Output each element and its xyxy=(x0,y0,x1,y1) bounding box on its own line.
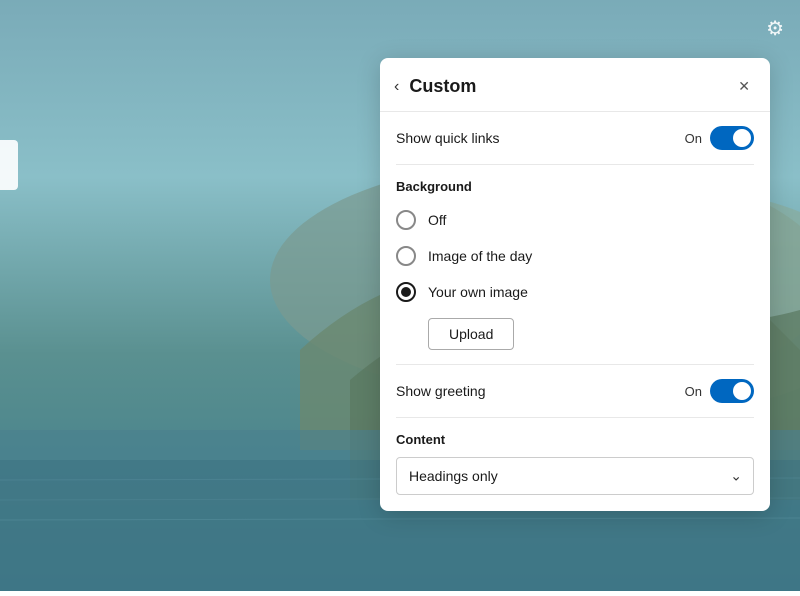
radio-own-image-label: Your own image xyxy=(428,284,528,300)
radio-own-image-row[interactable]: Your own image xyxy=(380,274,770,310)
content-dropdown-wrapper: Headings only Full articles Off ⌄ xyxy=(396,457,754,495)
upload-area: Upload xyxy=(380,310,770,364)
custom-panel: ‹ Custom ✕ Show quick links On Backgroun… xyxy=(380,58,770,511)
quick-links-label: Show quick links xyxy=(396,130,500,146)
close-button[interactable]: ✕ xyxy=(734,74,754,99)
radio-off-label: Off xyxy=(428,212,446,228)
show-greeting-toggle[interactable] xyxy=(710,379,754,403)
back-icon: ‹ xyxy=(394,78,399,96)
show-greeting-on-label: On xyxy=(685,384,702,399)
radio-image-day-row[interactable]: Image of the day xyxy=(380,238,770,274)
quick-links-control: On xyxy=(685,126,754,150)
radio-image-day[interactable] xyxy=(396,246,416,266)
radio-off[interactable] xyxy=(396,210,416,230)
upload-button[interactable]: Upload xyxy=(428,318,514,350)
gear-button[interactable]: ⚙ xyxy=(766,16,784,41)
show-greeting-row: Show greeting On xyxy=(380,365,770,417)
background-section-label: Background xyxy=(380,165,770,202)
radio-own-image[interactable] xyxy=(396,282,416,302)
content-section-label: Content xyxy=(396,432,754,447)
close-icon: ✕ xyxy=(738,78,750,94)
back-button[interactable]: ‹ xyxy=(392,76,405,98)
left-tab xyxy=(0,140,18,190)
quick-links-on-label: On xyxy=(685,131,702,146)
gear-icon: ⚙ xyxy=(766,18,784,40)
panel-title: Custom xyxy=(409,76,476,97)
radio-image-day-label: Image of the day xyxy=(428,248,532,264)
header-left: ‹ Custom xyxy=(392,76,476,98)
content-dropdown[interactable]: Headings only Full articles Off xyxy=(396,457,754,495)
show-greeting-label: Show greeting xyxy=(396,383,486,399)
quick-links-toggle[interactable] xyxy=(710,126,754,150)
panel-header: ‹ Custom ✕ xyxy=(380,58,770,112)
radio-off-row[interactable]: Off xyxy=(380,202,770,238)
show-greeting-control: On xyxy=(685,379,754,403)
quick-links-row: Show quick links On xyxy=(380,112,770,164)
content-section: Content Headings only Full articles Off … xyxy=(380,418,770,511)
